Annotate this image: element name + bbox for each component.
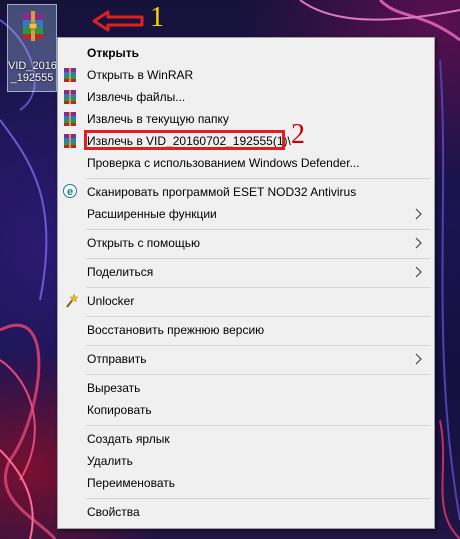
winrar-icon xyxy=(64,134,76,148)
menu-item-copy[interactable]: Копировать xyxy=(58,399,434,421)
context-menu: Открыть Открыть в WinRAR Извлечь файлы..… xyxy=(57,37,435,529)
chevron-right-icon xyxy=(415,208,422,220)
chevron-right-icon xyxy=(415,237,422,249)
annotation-number-2: 2 xyxy=(291,119,305,150)
menu-item-restore-previous-version[interactable]: Восстановить прежнюю версию xyxy=(58,319,434,341)
eset-icon: e xyxy=(63,184,77,198)
menu-separator xyxy=(86,316,430,317)
menu-item-extract-files[interactable]: Извлечь файлы... xyxy=(58,86,434,108)
menu-item-open[interactable]: Открыть xyxy=(58,42,434,64)
menu-separator xyxy=(86,498,430,499)
highlight-annotation-box xyxy=(84,130,285,150)
menu-item-send-to[interactable]: Отправить xyxy=(58,348,434,370)
desktop-background: VID_2016 _192555 1 Открыть Открыть в Win… xyxy=(0,0,460,539)
menu-item-unlocker[interactable]: Unlocker xyxy=(58,290,434,312)
menu-separator xyxy=(86,287,430,288)
menu-item-rename[interactable]: Переименовать xyxy=(58,472,434,494)
annotation-number-1: 1 xyxy=(150,2,164,33)
menu-item-open-with[interactable]: Открыть с помощью xyxy=(58,232,434,254)
archive-icon xyxy=(23,11,43,41)
menu-item-properties[interactable]: Свойства xyxy=(58,501,434,523)
menu-item-advanced-functions[interactable]: Расширенные функции xyxy=(58,203,434,225)
red-arrow-annotation xyxy=(92,10,144,32)
menu-separator xyxy=(86,345,430,346)
winrar-icon xyxy=(64,68,76,82)
menu-item-delete[interactable]: Удалить xyxy=(58,450,434,472)
menu-separator xyxy=(86,258,430,259)
file-name-label: VID_2016 _192555 xyxy=(8,60,56,84)
menu-item-open-in-winrar[interactable]: Открыть в WinRAR xyxy=(58,64,434,86)
magic-wand-icon xyxy=(66,293,79,308)
menu-item-create-shortcut[interactable]: Создать ярлык xyxy=(58,428,434,450)
chevron-right-icon xyxy=(415,353,422,365)
winrar-icon xyxy=(64,90,76,104)
menu-item-windows-defender[interactable]: Проверка с использованием Windows Defend… xyxy=(58,152,434,174)
menu-item-share[interactable]: Поделиться xyxy=(58,261,434,283)
menu-separator xyxy=(86,178,430,179)
menu-item-cut[interactable]: Вырезать xyxy=(58,377,434,399)
chevron-right-icon xyxy=(415,266,422,278)
menu-separator xyxy=(86,229,430,230)
menu-separator xyxy=(86,425,430,426)
menu-separator xyxy=(86,374,430,375)
menu-item-eset-scan[interactable]: e Сканировать программой ESET NOD32 Anti… xyxy=(58,181,434,203)
rar-file-icon[interactable]: VID_2016 _192555 xyxy=(7,4,57,92)
menu-item-extract-here[interactable]: Извлечь в текущую папку xyxy=(58,108,434,130)
winrar-icon xyxy=(64,112,76,126)
